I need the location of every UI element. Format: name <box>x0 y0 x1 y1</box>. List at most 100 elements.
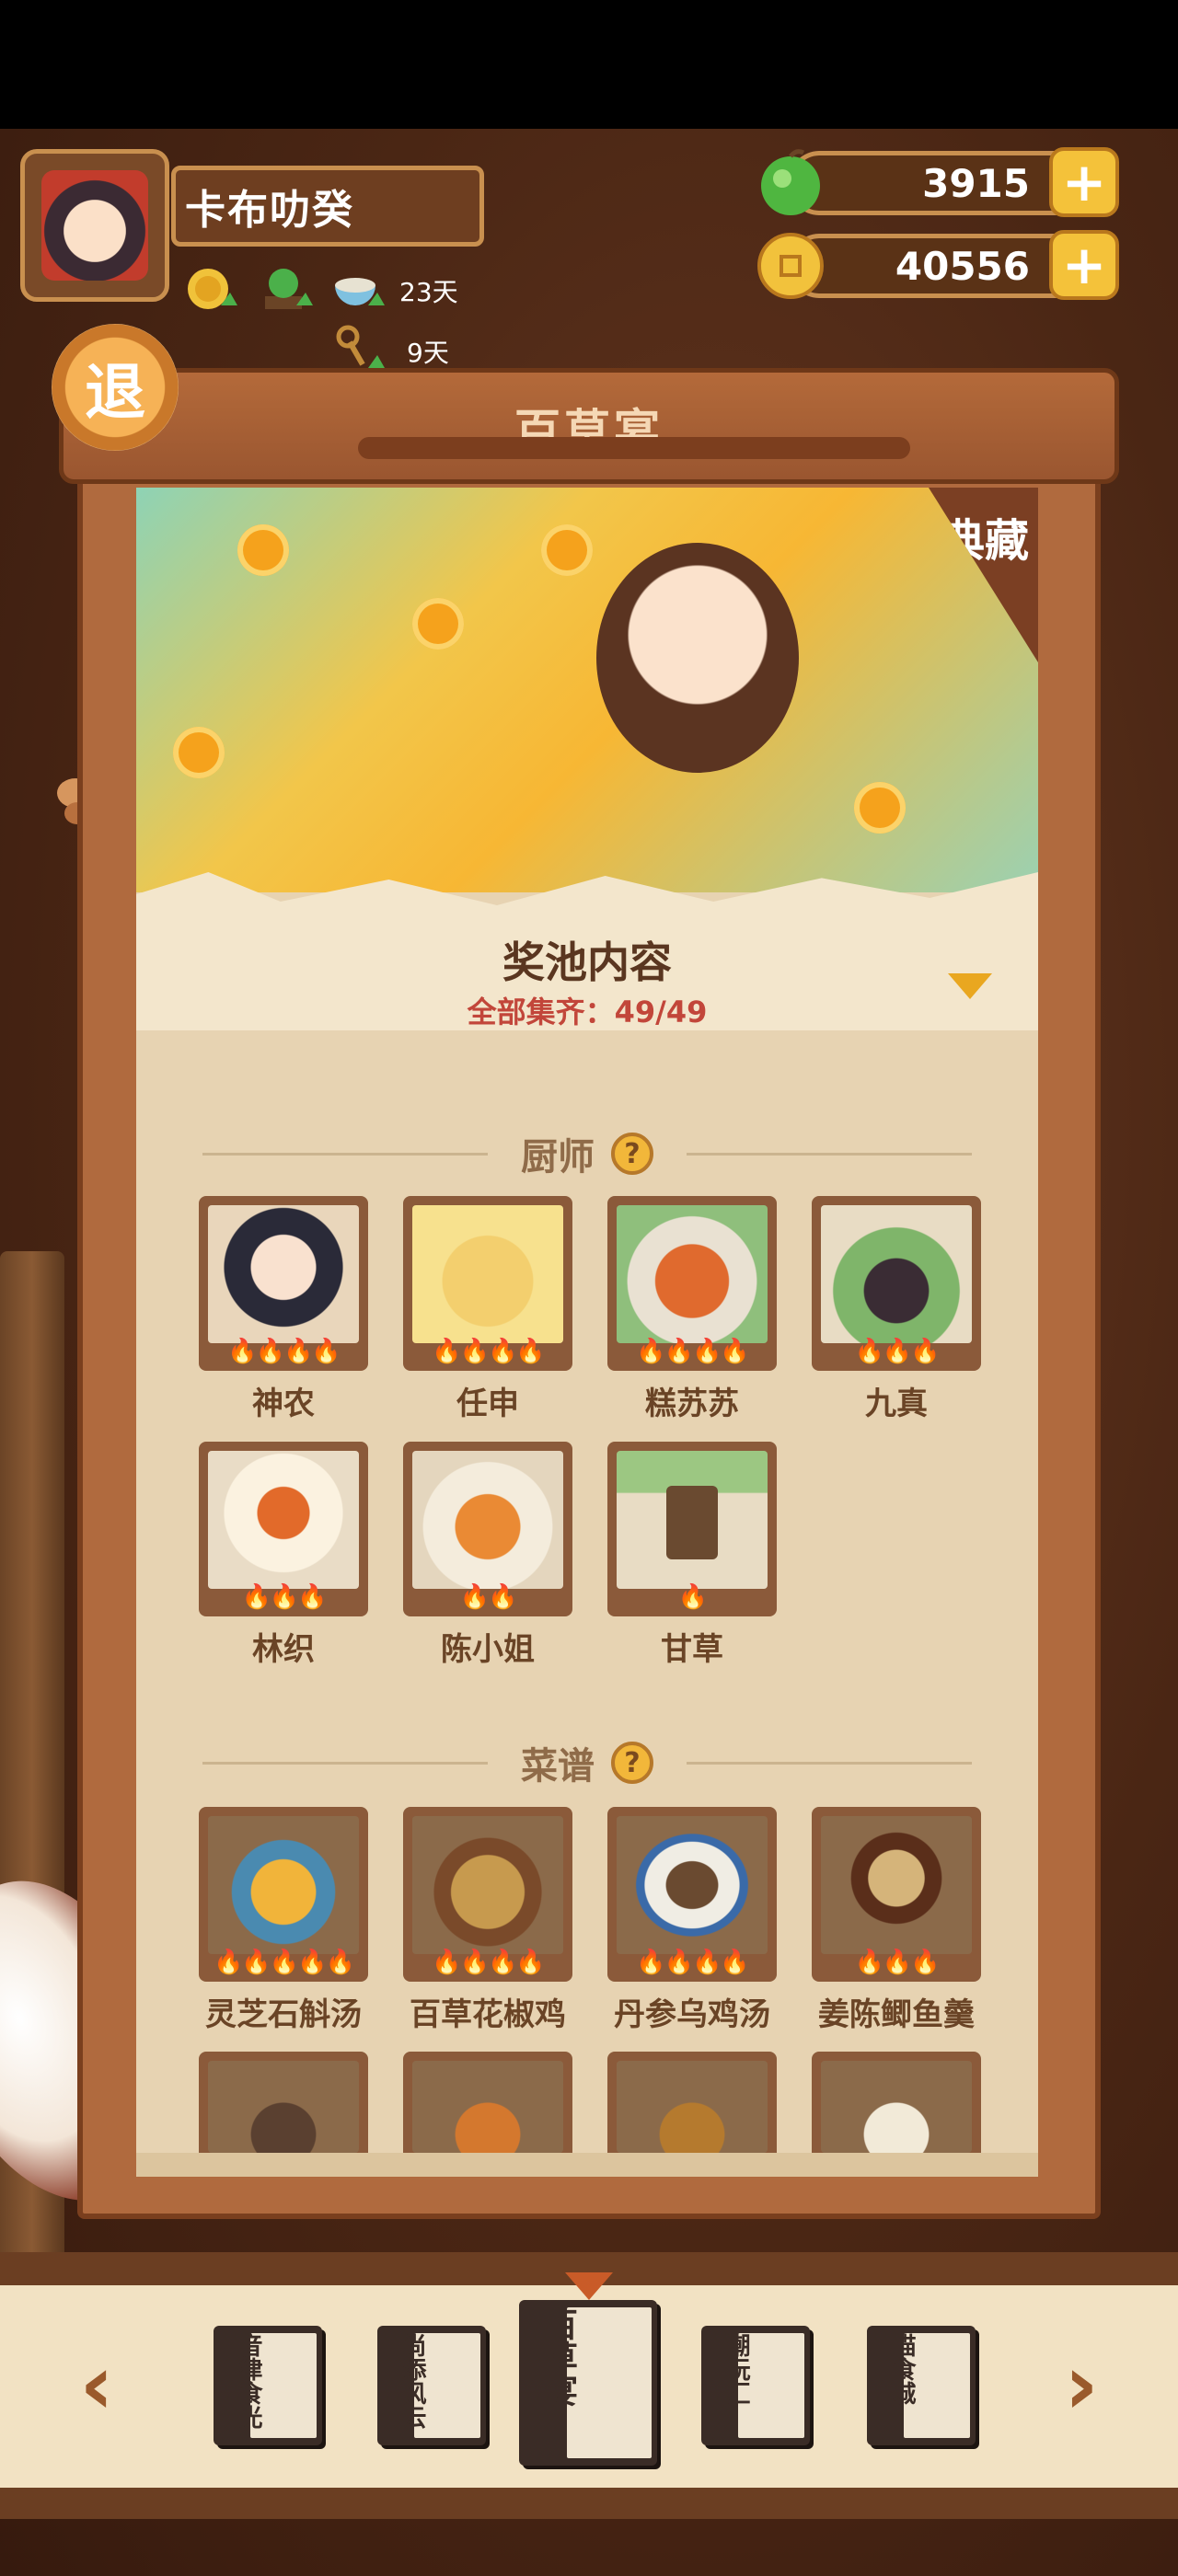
recipe-card[interactable] <box>607 2052 777 2162</box>
recipe-image <box>821 2061 972 2153</box>
panel-bottom-edge <box>136 2153 1038 2177</box>
recipe-image <box>208 1816 359 1954</box>
flower-decoration <box>541 524 593 576</box>
book-title: 尚添风云 <box>398 2333 426 2429</box>
gold-coin-icon <box>757 233 824 299</box>
recipe-card[interactable] <box>199 2052 368 2162</box>
pool-panel[interactable]: 典藏 奖池内容 全部集齐：49/49 厨师 ? 🔥🔥🔥🔥 神农 🔥🔥🔥🔥 任申 … <box>136 488 1038 2171</box>
nav-prev-button[interactable]: ‹ <box>64 2344 129 2427</box>
recipe-card[interactable]: 🔥🔥🔥🔥🔥 <box>199 1807 368 1982</box>
key-boost-icon[interactable] <box>331 322 385 372</box>
book-title: 百草宴 <box>539 2307 577 2407</box>
pool-title: 奖池内容 <box>502 937 672 987</box>
recipe-name: 百草花椒鸡 <box>410 1996 566 2033</box>
chef-portrait <box>208 1205 359 1343</box>
chef-rarity: 🔥🔥🔥🔥 <box>432 1338 546 1365</box>
event-book-tab[interactable]: 尚添风云 <box>377 2326 486 2445</box>
chef-name: 林织 <box>252 1631 315 1668</box>
chef-name: 甘草 <box>661 1631 723 1668</box>
add-coins-button[interactable]: + <box>1049 230 1119 300</box>
grow-boost-icon[interactable] <box>260 263 313 313</box>
event-book-tab[interactable]: 潮玩汇 <box>701 2326 810 2445</box>
chef-portrait <box>617 1205 768 1343</box>
event-book-tab[interactable]: 喵食城 <box>867 2326 976 2445</box>
chef-portrait <box>821 1205 972 1343</box>
book-title: 喵食城 <box>888 2333 916 2405</box>
player-name: 卡布叻癸 <box>185 187 354 234</box>
chefs-section-header: 厨师 ? <box>136 1126 1038 1181</box>
chef-portrait <box>617 1451 768 1589</box>
expand-arrow-icon[interactable] <box>948 973 992 999</box>
title-bar-groove <box>358 437 910 459</box>
add-gems-button[interactable]: + <box>1049 147 1119 217</box>
recipe-image <box>821 1816 972 1954</box>
recipe-name: 丹参乌鸡汤 <box>614 1996 770 2033</box>
chef-name: 任申 <box>456 1386 519 1422</box>
recipe-name: 姜陈鲫鱼羹 <box>818 1996 975 2033</box>
recipe-card[interactable] <box>403 2052 572 2162</box>
chef-portrait <box>412 1451 563 1589</box>
chef-portrait <box>208 1451 359 1589</box>
recipe-image <box>617 1816 768 1954</box>
recipes-section-title: 菜谱 <box>521 1745 595 1788</box>
flower-decoration <box>854 782 906 834</box>
book-cover <box>567 2307 652 2458</box>
boost-duration-1: 23天 <box>399 277 458 307</box>
chefs-section-title: 厨师 <box>521 1136 595 1179</box>
player-avatar[interactable] <box>20 149 169 302</box>
chef-rarity: 🔥🔥🔥 <box>854 1338 940 1365</box>
recipe-image <box>412 1816 563 1954</box>
flower-decoration <box>173 727 225 778</box>
book-title: 音律食光 <box>235 2333 262 2429</box>
chef-figure <box>666 1486 718 1559</box>
collection-tag-text: 典藏 <box>940 515 1029 567</box>
divider-line <box>687 1152 972 1156</box>
chef-name: 糕苏苏 <box>645 1386 739 1422</box>
collection-corner-tag: 典藏 <box>929 488 1038 662</box>
bowl-boost-icon[interactable] <box>331 263 385 313</box>
chef-card[interactable]: 🔥🔥🔥 <box>199 1442 368 1616</box>
coin-boost-icon[interactable] <box>184 263 237 313</box>
recipe-image <box>617 2061 768 2153</box>
recipe-card[interactable]: 🔥🔥🔥🔥 <box>607 1807 777 1982</box>
chef-card[interactable]: 🔥🔥 <box>403 1442 572 1616</box>
chef-rarity: 🔥 <box>677 1583 708 1611</box>
recipe-rarity: 🔥🔥🔥 <box>854 1949 940 1976</box>
recipe-name: 灵芝石斛汤 <box>205 1996 362 2033</box>
event-banner-art: 典藏 <box>136 488 1038 892</box>
chef-card[interactable]: 🔥🔥🔥🔥 <box>199 1196 368 1371</box>
divider-line <box>687 1761 972 1765</box>
pool-progress: 全部集齐：49/49 <box>467 995 708 1029</box>
recipe-card[interactable]: 🔥🔥🔥🔥 <box>403 1807 572 1982</box>
book-title: 潮玩汇 <box>722 2333 750 2405</box>
boost-duration-2: 9天 <box>407 338 449 368</box>
gem-amount: 3915 <box>922 160 1030 206</box>
recipes-section-header: 菜谱 ? <box>136 1735 1038 1790</box>
recipe-image <box>208 2061 359 2153</box>
recipe-image <box>412 2061 563 2153</box>
event-book-tab[interactable]: 音律食光 <box>214 2326 322 2445</box>
chef-card[interactable]: 🔥🔥🔥 <box>812 1196 981 1371</box>
chef-name: 陈小姐 <box>441 1631 535 1668</box>
chef-card[interactable]: 🔥 <box>607 1442 777 1616</box>
nav-next-button[interactable]: › <box>1049 2344 1114 2427</box>
chef-card[interactable]: 🔥🔥🔥🔥 <box>607 1196 777 1371</box>
flower-decoration <box>237 524 289 576</box>
chef-rarity: 🔥🔥🔥🔥 <box>227 1338 341 1365</box>
recipe-card[interactable]: 🔥🔥🔥 <box>812 1807 981 1982</box>
flower-decoration <box>412 598 464 650</box>
title-bar: 百草宴 <box>59 368 1119 484</box>
avatar-portrait <box>41 170 148 281</box>
recipe-card[interactable] <box>812 2052 981 2162</box>
featured-character-art <box>596 543 799 773</box>
recipe-rarity: 🔥🔥🔥🔥 <box>636 1949 750 1976</box>
recipes-help-icon[interactable]: ? <box>611 1742 653 1784</box>
event-book-tab-active[interactable]: 百草宴 <box>519 2300 657 2466</box>
chefs-help-icon[interactable]: ? <box>611 1133 653 1175</box>
green-gem-icon <box>761 149 820 215</box>
back-button[interactable]: 退 <box>52 324 179 451</box>
coin-amount: 40556 <box>895 243 1030 289</box>
chef-card[interactable]: 🔥🔥🔥🔥 <box>403 1196 572 1371</box>
player-name-plate[interactable]: 卡布叻癸 <box>171 166 484 247</box>
chef-rarity: 🔥🔥🔥 <box>241 1583 327 1611</box>
